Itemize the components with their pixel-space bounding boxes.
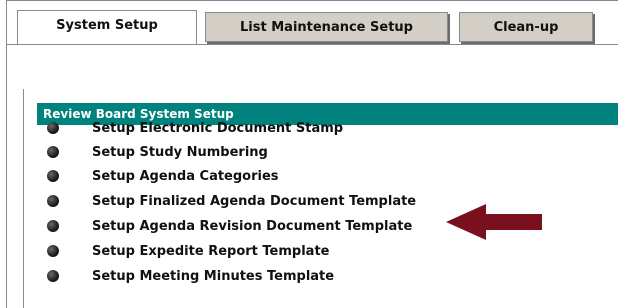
list-item-label[interactable]: Setup Study Numbering <box>92 145 268 160</box>
bullet-icon <box>47 195 59 207</box>
bullet-icon <box>47 270 59 282</box>
tab-clean-up[interactable]: Clean-up <box>459 12 593 42</box>
list-item-label[interactable]: Setup Finalized Agenda Document Template <box>92 194 416 209</box>
bullet-icon <box>47 245 59 257</box>
bullet-icon <box>47 220 59 232</box>
list-item-expedite-report-template[interactable]: Setup Expedite Report Template <box>7 239 618 263</box>
list-item-agenda-categories[interactable]: Setup Agenda Categories <box>7 164 618 188</box>
bullet-icon <box>47 122 59 134</box>
tab-bar: System Setup List Maintenance Setup Clea… <box>7 1 618 45</box>
list-item-study-numbering[interactable]: Setup Study Numbering <box>7 140 618 164</box>
list-item-label[interactable]: Setup Expedite Report Template <box>92 244 329 259</box>
setup-panel: System Setup List Maintenance Setup Clea… <box>6 0 618 308</box>
arrow-left-icon <box>446 204 542 240</box>
list-item-label[interactable]: Setup Electronic Document Stamp <box>92 121 343 136</box>
tab-list-maintenance-setup[interactable]: List Maintenance Setup <box>205 12 448 42</box>
list-item-label[interactable]: Setup Agenda Categories <box>92 169 279 184</box>
list-item-label[interactable]: Setup Agenda Revision Document Template <box>92 219 412 234</box>
tab-divider <box>7 44 618 45</box>
bullet-icon <box>47 146 59 158</box>
bullet-icon <box>47 170 59 182</box>
list-item-meeting-minutes-template[interactable]: Setup Meeting Minutes Template <box>7 264 618 288</box>
list-item-label[interactable]: Setup Meeting Minutes Template <box>92 269 334 284</box>
list-item-electronic-document-stamp[interactable]: Setup Electronic Document Stamp <box>7 116 618 140</box>
tab-system-setup[interactable]: System Setup <box>17 10 197 44</box>
